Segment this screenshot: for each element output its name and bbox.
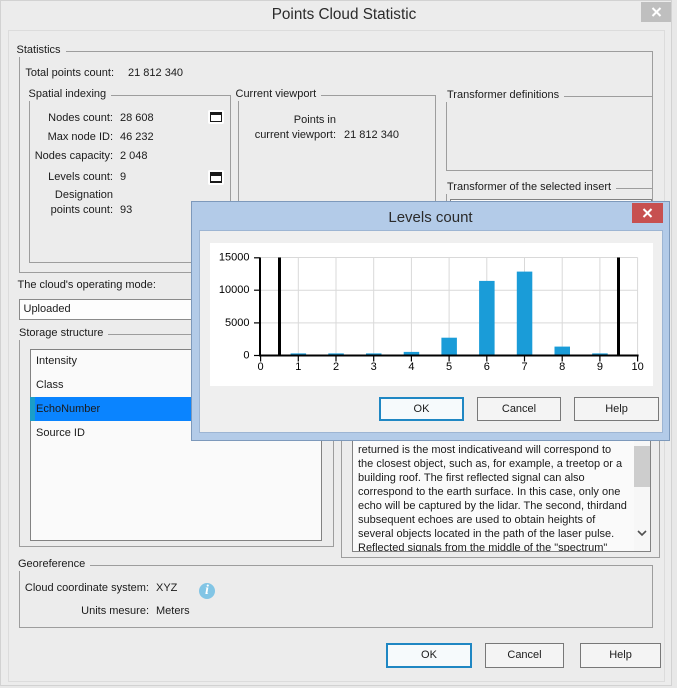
svg-text:9: 9 [597, 361, 603, 373]
svg-text:0: 0 [258, 361, 264, 373]
svg-text:1: 1 [295, 361, 301, 373]
svg-text:10: 10 [631, 361, 643, 373]
svg-text:2: 2 [333, 361, 339, 373]
svg-text:5: 5 [446, 361, 452, 373]
svg-text:8: 8 [559, 361, 565, 373]
svg-text:6: 6 [484, 361, 490, 373]
svg-text:5000: 5000 [225, 317, 249, 329]
svg-text:15000: 15000 [219, 252, 250, 264]
svg-text:10000: 10000 [219, 284, 250, 296]
svg-text:4: 4 [408, 361, 414, 373]
svg-text:7: 7 [521, 361, 527, 373]
svg-text:0: 0 [243, 349, 249, 361]
svg-text:3: 3 [371, 361, 377, 373]
